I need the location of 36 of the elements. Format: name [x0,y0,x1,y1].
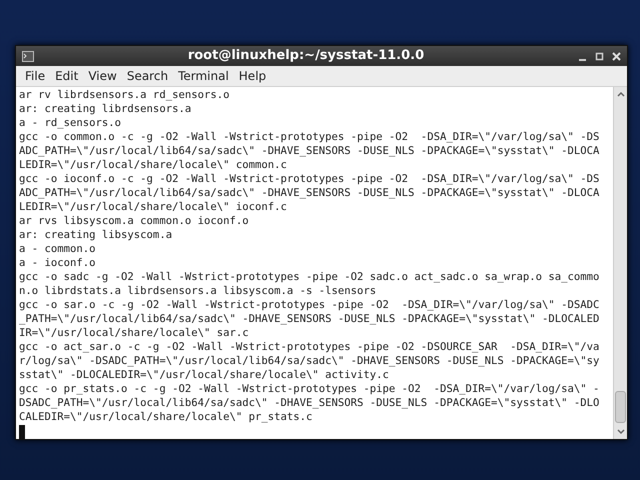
terminal-line: a - rd_sensors.o [19,116,122,130]
scroll-thumb[interactable] [615,391,626,423]
terminal-line: gcc -o sadc -g -O2 -Wall -Wstrict-prototypes -pipe -O2 sadc.o act_sadc.o sa_wrap.o sa_commo [19,270,600,284]
terminal-line: IR=\"/usr/local/share/locale\" sar.c [19,326,249,340]
window-title: root@linuxhelp:~/sysstat-11.0.0 [186,47,426,66]
terminal-line: a - common.o [19,242,96,256]
terminal-icon [22,50,34,62]
terminal-line: gcc -o ioconf.o -c -g -O2 -Wall -Wstrict-prototypes -pipe -O2 -DSA_DIR=\"/var/log/sa\" -DS [19,172,600,186]
terminal-line: sstat\" -DLOCALEDIR=\"/usr/local/share/locale\" activity.c [19,368,389,382]
menu-item[interactable]: Help [234,66,272,86]
terminal-line: gcc -o act_sar.o -c -g -O2 -Wall -Wstrict-prototypes -pipe -O2 -DSOURCE_SAR -DSA_DIR=\"/va [19,340,600,354]
menu-item[interactable]: Search [122,66,174,86]
menu-item[interactable]: Edit [50,66,84,86]
close-icon[interactable] [612,52,621,60]
terminal-line: ADC_PATH=\"/usr/local/lib64/sa/sadc\" -DHAVE_SENSORS -DUSE_NLS -DPACKAGE=\"sysstat\" -DLOCA [19,144,600,158]
terminal-line: CALEDIR=\"/usr/local/share/locale\" pr_stats.c [19,410,312,424]
terminal-line: a - ioconf.o [19,256,96,270]
terminal-line: gcc -o sar.o -c -g -O2 -Wall -Wstrict-prototypes -pipe -O2 -DSA_DIR=\"/var/log/sa\" -DSADC [19,298,600,312]
terminal-line: ar rvs libsyscom.a common.o ioconf.o [19,214,249,228]
terminal-line: ar: creating libsyscom.a [19,228,172,242]
terminal-line: ar: creating librdsensors.a [19,102,192,116]
menu-item[interactable]: File [20,66,50,86]
scrollbar[interactable] [613,87,627,439]
terminal-line: ADC_PATH=\"/usr/local/lib64/sa/sadc\" -DHAVE_SENSORS -DUSE_NLS -DPACKAGE=\"sysstat\" -DLOCA [19,186,600,200]
maximize-icon[interactable] [595,52,604,60]
terminal-line: gcc -o pr_stats.o -c -g -O2 -Wall -Wstrict-prototypes -pipe -O2 -DSA_DIR=\"/var/log/sa\" - [19,382,600,396]
terminal-line: LEDIR=\"/usr/local/share/locale\" common.c [19,158,287,172]
terminal-line: ar rv librdsensors.a rd_sensors.o [19,88,230,102]
terminal-line: n.o librdstats.a librdsensors.a libsyscom.a -s -lsensors [19,284,376,298]
terminal-line: LEDIR=\"/usr/local/share/locale\" ioconf.c [19,200,287,214]
terminal-line: r/log/sa\" -DSADC_PATH=\"/usr/local/lib64/sa/sadc\" -DHAVE_SENSORS -DUSE_NLS -DPACKAGE=\"sy [19,354,600,368]
terminal-line: gcc -o common.o -c -g -O2 -Wall -Wstrict-prototypes -pipe -O2 -DSA_DIR=\"/var/log/sa\" -DS [19,130,600,144]
menu-item[interactable]: Terminal [173,66,234,86]
terminal-line: _PATH=\"/usr/local/lib64/sa/sadc\" -DHAVE_SENSORS -DUSE_NLS -DPACKAGE=\"sysstat\" -DLOCALED [19,312,600,326]
menu-item[interactable]: View [83,66,122,86]
terminal-line: DSADC_PATH=\"/usr/local/lib64/sa/sadc\" -DHAVE_SENSORS -DUSE_NLS -DPACKAGE=\"sysstat\" -DLO [19,396,600,410]
